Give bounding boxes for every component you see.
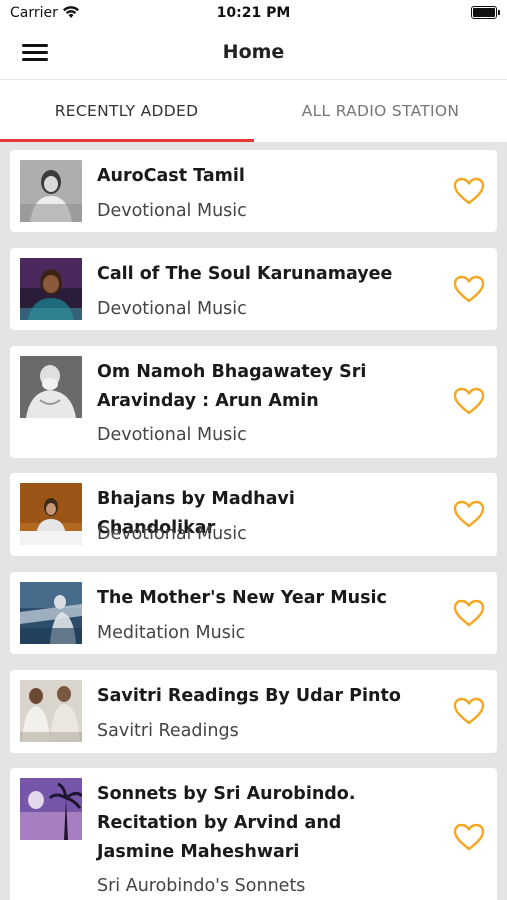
station-title: Savitri Readings By Udar Pinto xyxy=(97,686,401,706)
list-item[interactable]: AuroCast Tamil Devotional Music xyxy=(10,150,497,232)
status-bar: Carrier 10:21 PM xyxy=(0,0,507,28)
list-item[interactable]: Om Namoh Bhagawatey Sri Aravinday : Arun… xyxy=(10,346,497,458)
station-thumbnail xyxy=(20,258,82,320)
station-thumbnail xyxy=(20,582,82,644)
station-category: Devotional Music xyxy=(97,524,247,544)
heart-outline-icon[interactable] xyxy=(452,598,486,628)
station-category: Sri Aurobindo's Sonnets xyxy=(97,876,306,896)
station-category: Devotional Music xyxy=(97,425,247,445)
page-title: Home xyxy=(222,41,285,63)
tab-bar: RECENTLY ADDED ALL RADIO STATION xyxy=(0,80,507,142)
station-title: Call of The Soul Karunamayee xyxy=(97,264,393,284)
heart-outline-icon[interactable] xyxy=(452,499,486,529)
station-thumbnail xyxy=(20,483,82,545)
clock: 10:21 PM xyxy=(216,5,291,21)
station-title: Om Namoh Bhagawatey Sri Aravinday : Arun… xyxy=(97,362,367,411)
station-title: Sonnets by Sri Aurobindo. Recitation by … xyxy=(97,784,356,862)
station-category: Savitri Readings xyxy=(97,721,239,741)
heart-outline-icon[interactable] xyxy=(452,176,486,206)
list-item[interactable]: Bhajans by Madhavi Chandolikar Devotiona… xyxy=(10,473,497,556)
station-thumbnail xyxy=(20,356,82,418)
station-title: The Mother's New Year Music xyxy=(97,588,387,608)
station-thumbnail xyxy=(20,680,82,742)
station-thumbnail xyxy=(20,160,82,222)
list-item[interactable]: The Mother's New Year Music Meditation M… xyxy=(10,572,497,654)
station-category: Devotional Music xyxy=(97,201,247,221)
list-item[interactable]: Sonnets by Sri Aurobindo. Recitation by … xyxy=(10,768,497,900)
nav-bar: Home xyxy=(0,28,507,80)
station-list[interactable]: AuroCast Tamil Devotional Music Call of … xyxy=(0,142,507,900)
heart-outline-icon[interactable] xyxy=(452,696,486,726)
list-item[interactable]: Savitri Readings By Udar Pinto Savitri R… xyxy=(10,670,497,753)
station-thumbnail xyxy=(20,778,82,840)
station-category: Meditation Music xyxy=(97,623,246,643)
list-item[interactable]: Call of The Soul Karunamayee Devotional … xyxy=(10,248,497,330)
station-category: Devotional Music xyxy=(97,299,247,319)
battery-icon xyxy=(471,6,500,19)
heart-outline-icon[interactable] xyxy=(452,386,486,416)
heart-outline-icon[interactable] xyxy=(452,822,486,852)
tab-recently-added[interactable]: RECENTLY ADDED xyxy=(0,80,253,142)
heart-outline-icon[interactable] xyxy=(452,274,486,304)
tab-all-radio-station[interactable]: ALL RADIO STATION xyxy=(254,80,507,142)
station-title: AuroCast Tamil xyxy=(97,166,245,186)
